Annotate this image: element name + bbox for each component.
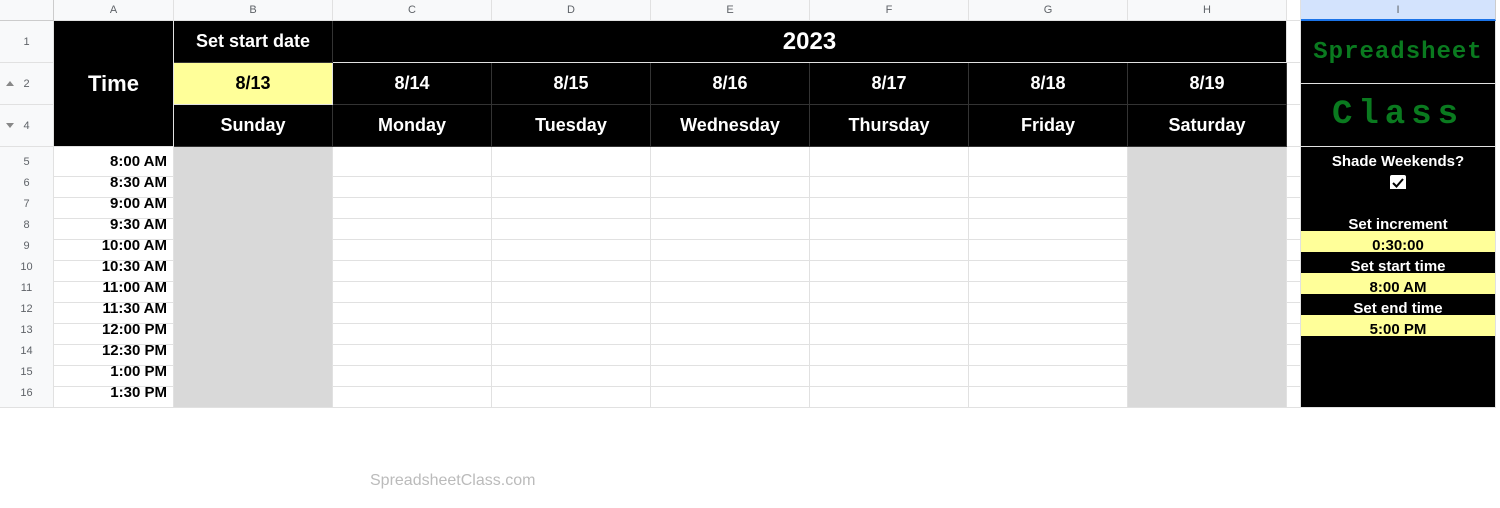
- date-mon: 8/14: [333, 63, 492, 105]
- row-header-4[interactable]: 4: [0, 105, 54, 147]
- date-sat: 8/19: [1128, 63, 1287, 105]
- row-header-2[interactable]: 2: [0, 63, 54, 105]
- date-wed: 8/16: [651, 63, 810, 105]
- cell-D16[interactable]: [492, 378, 651, 408]
- select-all-corner[interactable]: [0, 0, 54, 21]
- cell-F16[interactable]: [810, 378, 969, 408]
- col-gap: [1287, 0, 1301, 21]
- logo-top-text: Spreadsheet: [1313, 39, 1482, 66]
- date-fri: 8/18: [969, 63, 1128, 105]
- set-start-date-label: Set start date: [174, 21, 333, 63]
- day-mon: Monday: [333, 105, 492, 147]
- start-date-input[interactable]: 8/13: [174, 63, 333, 105]
- col-header-D[interactable]: D: [492, 0, 651, 21]
- day-wed: Wednesday: [651, 105, 810, 147]
- cell-C16[interactable]: [333, 378, 492, 408]
- day-sat: Saturday: [1128, 105, 1287, 147]
- col-header-G[interactable]: G: [969, 0, 1128, 21]
- col-header-A[interactable]: A: [54, 0, 174, 21]
- col-header-H[interactable]: H: [1128, 0, 1287, 21]
- watermark-text: SpreadsheetClass.com: [370, 472, 535, 490]
- col-header-F[interactable]: F: [810, 0, 969, 21]
- gap-r2: [1287, 63, 1301, 105]
- year-label: 2023: [333, 21, 1287, 63]
- date-tue: 8/15: [492, 63, 651, 105]
- row-header-16[interactable]: 16: [0, 378, 54, 408]
- cell-G16[interactable]: [969, 378, 1128, 408]
- cell-B16[interactable]: [174, 378, 333, 408]
- day-thu: Thursday: [810, 105, 969, 147]
- cell-E16[interactable]: [651, 378, 810, 408]
- day-sun: Sunday: [174, 105, 333, 147]
- day-tue: Tuesday: [492, 105, 651, 147]
- logo-top: Spreadsheet: [1301, 21, 1496, 84]
- col-header-B[interactable]: B: [174, 0, 333, 21]
- group-collapse-up-icon[interactable]: [6, 81, 14, 86]
- col-header-E[interactable]: E: [651, 0, 810, 21]
- row-4-num: 4: [23, 120, 29, 132]
- cell-H16[interactable]: [1128, 378, 1287, 408]
- col-header-C[interactable]: C: [333, 0, 492, 21]
- time-header: Time: [54, 21, 174, 147]
- day-fri: Friday: [969, 105, 1128, 147]
- time-16: 1:30 PM: [54, 378, 174, 408]
- gap-r16: [1287, 378, 1301, 408]
- logo-bottom-text: Class: [1332, 96, 1464, 134]
- date-thu: 8/17: [810, 63, 969, 105]
- logo-bottom: Class: [1301, 84, 1496, 147]
- group-expand-down-icon[interactable]: [6, 123, 14, 128]
- row-header-1[interactable]: 1: [0, 21, 54, 63]
- side-blank-16: [1301, 378, 1496, 408]
- gap-r4: [1287, 105, 1301, 147]
- col-header-I[interactable]: I: [1301, 0, 1496, 21]
- gap-r1: [1287, 21, 1301, 63]
- row-2-num: 2: [23, 78, 29, 90]
